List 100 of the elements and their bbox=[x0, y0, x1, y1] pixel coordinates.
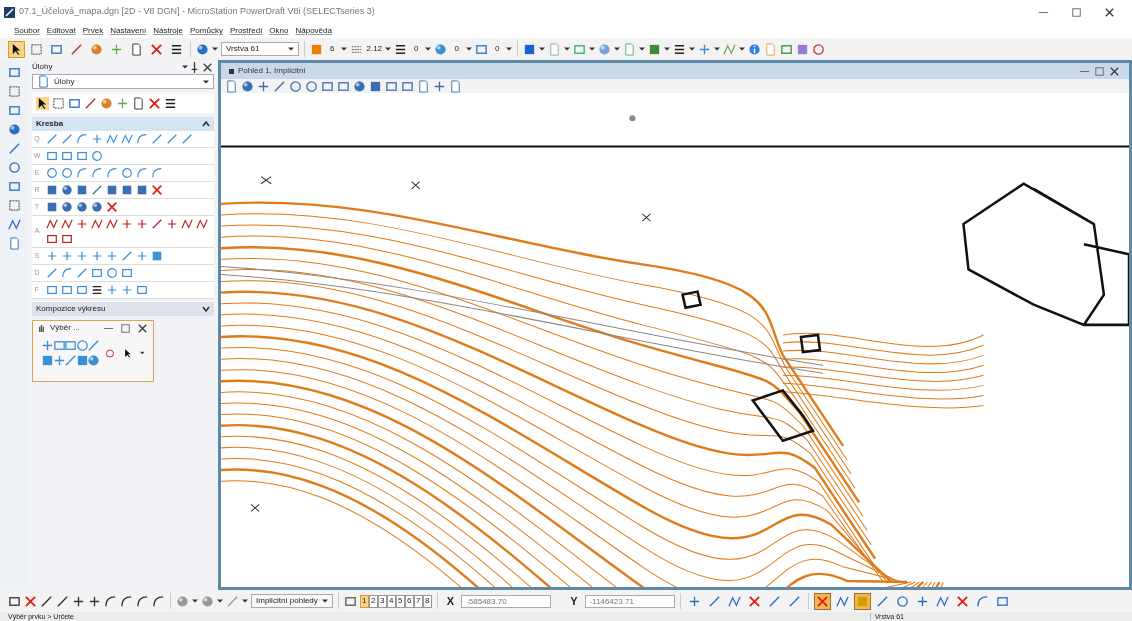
caret-icon[interactable] bbox=[614, 46, 621, 52]
document-icon[interactable] bbox=[7, 237, 21, 250]
polyline-icon[interactable] bbox=[106, 218, 118, 230]
rectangle-icon[interactable] bbox=[46, 233, 58, 245]
lines-icon[interactable] bbox=[91, 284, 103, 296]
rectangle-icon[interactable] bbox=[68, 96, 81, 110]
document-icon[interactable] bbox=[449, 79, 462, 93]
dashed-rectangle-icon[interactable] bbox=[7, 85, 21, 98]
globe-icon[interactable] bbox=[196, 42, 209, 56]
caret-icon[interactable] bbox=[182, 64, 188, 70]
globe-icon[interactable] bbox=[61, 201, 73, 213]
section-header[interactable]: Kompozice výkresu bbox=[32, 302, 214, 316]
caret-icon[interactable] bbox=[385, 46, 392, 52]
menu-item[interactable]: Prostředí bbox=[229, 25, 263, 37]
rectangle-icon[interactable] bbox=[7, 66, 21, 79]
square-icon[interactable] bbox=[75, 354, 89, 367]
x-mark-icon[interactable] bbox=[106, 201, 118, 213]
rectangle-icon[interactable] bbox=[61, 150, 73, 162]
caret-icon[interactable] bbox=[425, 46, 432, 52]
circle-icon[interactable] bbox=[46, 167, 58, 179]
square-icon[interactable] bbox=[121, 184, 133, 196]
view-button[interactable]: 4 bbox=[386, 594, 396, 608]
rectangle-icon[interactable] bbox=[91, 267, 103, 279]
menu-item[interactable]: Nápověda bbox=[295, 25, 332, 37]
views-dropdown[interactable]: Implicitní pohledy bbox=[251, 594, 333, 608]
polyline-icon[interactable] bbox=[121, 133, 133, 145]
line-icon[interactable] bbox=[91, 184, 103, 196]
rectangle-icon[interactable] bbox=[8, 594, 21, 608]
line-icon[interactable] bbox=[84, 96, 97, 110]
square-icon[interactable] bbox=[151, 250, 163, 262]
menu-item[interactable]: Editovat bbox=[46, 25, 76, 37]
document-icon[interactable] bbox=[417, 79, 430, 93]
globe-icon[interactable] bbox=[7, 123, 21, 136]
rectangle-icon[interactable] bbox=[321, 79, 334, 93]
globe-icon[interactable] bbox=[61, 184, 73, 196]
rectangle-icon[interactable] bbox=[401, 79, 414, 93]
rectangle-icon[interactable] bbox=[7, 180, 21, 193]
caret-icon[interactable] bbox=[203, 78, 209, 85]
polyline-icon[interactable] bbox=[7, 218, 21, 231]
y-coordinate-field[interactable]: -1146423.71 bbox=[584, 594, 675, 608]
rectangle-icon[interactable] bbox=[76, 150, 88, 162]
square-icon[interactable] bbox=[46, 184, 58, 196]
caret-icon[interactable] bbox=[465, 46, 472, 52]
arc-icon[interactable] bbox=[152, 594, 165, 608]
caret-icon[interactable] bbox=[714, 46, 721, 52]
document-icon[interactable] bbox=[132, 96, 145, 110]
circle-icon[interactable] bbox=[812, 42, 826, 56]
circle-icon[interactable] bbox=[289, 79, 302, 93]
menu-item[interactable]: Soubor bbox=[14, 25, 40, 37]
caret-icon[interactable] bbox=[321, 598, 328, 604]
document-icon[interactable] bbox=[225, 79, 238, 93]
maximize-icon[interactable] bbox=[1070, 5, 1083, 19]
info-icon[interactable] bbox=[748, 42, 762, 56]
line-icon[interactable] bbox=[151, 218, 163, 230]
level-dropdown[interactable]: Vrstva 61 bbox=[221, 42, 299, 56]
rectangle-icon[interactable] bbox=[474, 42, 488, 56]
square-icon[interactable] bbox=[796, 42, 810, 56]
menu-item[interactable]: Okno bbox=[269, 25, 289, 37]
rectangle-icon[interactable] bbox=[46, 150, 58, 162]
circle-icon[interactable] bbox=[61, 167, 73, 179]
caret-icon[interactable] bbox=[589, 46, 596, 52]
caret-icon[interactable] bbox=[288, 46, 294, 52]
dashed-rectangle-icon[interactable] bbox=[7, 199, 21, 212]
view-button[interactable]: 3 bbox=[377, 594, 387, 608]
view-button[interactable]: 8 bbox=[422, 594, 432, 608]
view-button[interactable]: 2 bbox=[368, 594, 378, 608]
globe-icon[interactable] bbox=[241, 79, 254, 93]
x-mark-icon[interactable] bbox=[24, 594, 37, 608]
circle-icon[interactable] bbox=[104, 346, 115, 360]
rectangle-icon[interactable] bbox=[61, 284, 73, 296]
rectangle-icon[interactable] bbox=[7, 104, 21, 117]
x-mark-icon[interactable] bbox=[148, 96, 161, 110]
circle-icon[interactable] bbox=[121, 167, 133, 179]
square-icon[interactable] bbox=[523, 42, 537, 56]
globe-icon[interactable] bbox=[100, 96, 113, 110]
plus-icon[interactable] bbox=[88, 594, 101, 608]
caret-icon[interactable] bbox=[192, 598, 198, 604]
chevron-icon[interactable] bbox=[202, 120, 210, 128]
rectangle-icon[interactable] bbox=[61, 233, 73, 245]
x-mark-icon[interactable] bbox=[151, 184, 163, 196]
caret-icon[interactable] bbox=[539, 46, 546, 52]
caret-icon[interactable] bbox=[664, 46, 671, 52]
square-icon[interactable] bbox=[46, 201, 58, 213]
menu-item[interactable]: Nástroje bbox=[153, 25, 183, 37]
tasks-dropdown[interactable]: Úlohy bbox=[32, 74, 214, 89]
square-icon[interactable] bbox=[76, 184, 88, 196]
rectangle-icon[interactable] bbox=[337, 79, 350, 93]
square-icon[interactable] bbox=[648, 42, 662, 56]
menu-item[interactable]: Prvek bbox=[82, 25, 104, 37]
lines-icon[interactable] bbox=[673, 42, 687, 56]
view-button[interactable]: 1 bbox=[359, 594, 369, 608]
rectangle-icon[interactable] bbox=[46, 284, 58, 296]
square-icon[interactable] bbox=[136, 184, 148, 196]
arc-icon[interactable] bbox=[120, 594, 133, 608]
line-icon[interactable] bbox=[40, 594, 53, 608]
caret-icon[interactable] bbox=[739, 46, 746, 52]
arc-icon[interactable] bbox=[104, 594, 117, 608]
globe-icon[interactable] bbox=[87, 354, 101, 367]
circle-icon[interactable] bbox=[75, 339, 89, 352]
caret-icon[interactable] bbox=[217, 598, 223, 604]
